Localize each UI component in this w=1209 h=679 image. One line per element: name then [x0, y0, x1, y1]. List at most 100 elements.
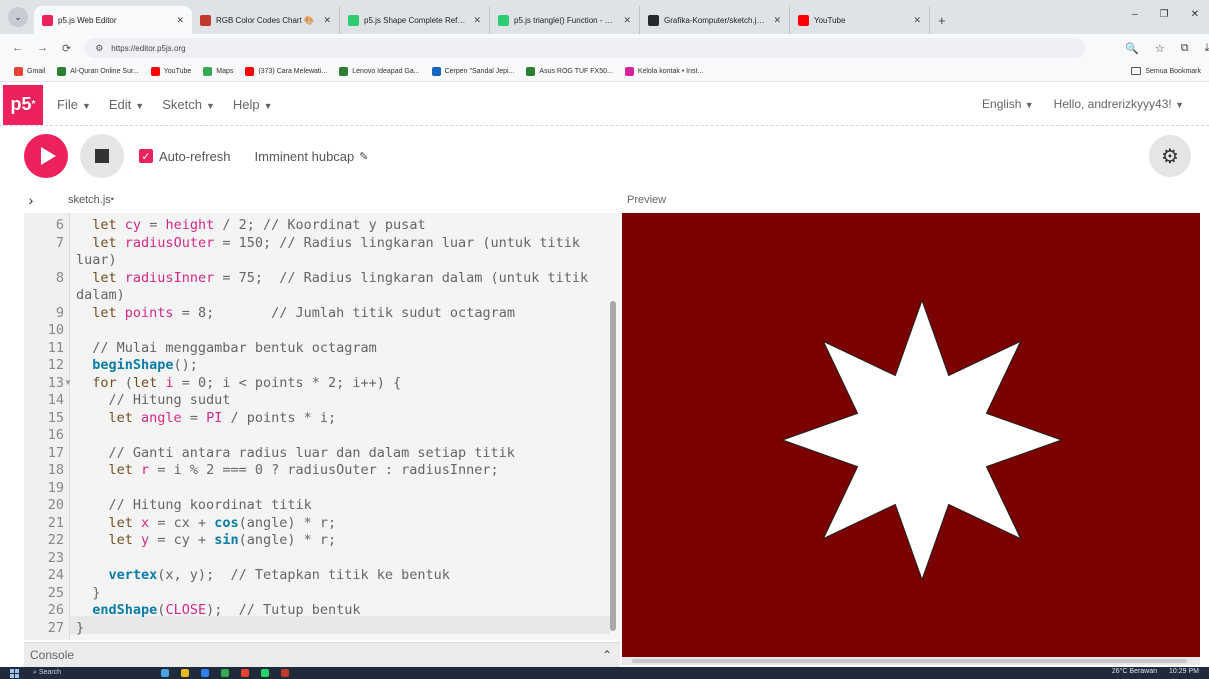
menu-file[interactable]: File ▼ — [57, 97, 91, 112]
tab-search-button[interactable]: ⌄ — [8, 7, 28, 27]
menu-edit-label: Edit — [108, 97, 132, 112]
taskbar-search[interactable]: ⌕ Search — [33, 669, 61, 677]
zoom-icon[interactable]: 🔍 — [1125, 42, 1139, 55]
user-menu[interactable]: Hello, andrerizkyyy43! ▼ — [1054, 97, 1184, 111]
minimize-button[interactable]: – — [1132, 9, 1138, 20]
clock-label[interactable]: 10:29 PM — [1169, 668, 1199, 675]
code-line[interactable]: // Hitung sudut — [76, 392, 611, 409]
taskbar-app-icon[interactable] — [281, 669, 290, 677]
code-line[interactable]: let radiusOuter = 150; // Radius lingkar… — [76, 235, 611, 269]
fold-arrow-icon[interactable]: ▼ — [64, 378, 72, 387]
extensions-icon[interactable]: ⧉ — [1181, 42, 1189, 55]
stop-button[interactable] — [80, 134, 124, 178]
play-button[interactable] — [24, 134, 68, 178]
menu-sketch[interactable]: Sketch ▼ — [162, 97, 215, 112]
preview-canvas[interactable] — [622, 213, 1200, 657]
bookmark-item[interactable]: Gmail — [14, 67, 45, 76]
auto-refresh-checkbox[interactable]: ✓ — [139, 149, 153, 163]
tab-label: p5.js triangle() Function - Geek — [514, 15, 618, 25]
windows-start-icon[interactable] — [10, 668, 19, 678]
bookmark-favicon-icon — [150, 67, 160, 76]
taskbar-app-icon[interactable] — [161, 669, 170, 677]
sidebar-toggle-chevron-icon[interactable]: › — [10, 189, 52, 211]
code-line[interactable]: } — [76, 585, 611, 602]
browser-tab[interactable]: p5.js Web Editor ✕ — [34, 6, 192, 34]
settings-gear-button[interactable]: ⚙ — [1149, 135, 1191, 177]
bookmark-item[interactable]: Cerpen "Sandal Jepi... — [431, 67, 514, 76]
filename-label: sketch.js — [68, 194, 111, 206]
code-line[interactable]: endShape(CLOSE); // Tutup bentuk — [76, 602, 611, 619]
maximize-button[interactable]: ❐ — [1160, 9, 1169, 20]
editor-scrollbar[interactable] — [610, 301, 616, 631]
bookmark-item[interactable]: Al-Quran Online Sur... — [57, 67, 139, 76]
code-line[interactable]: for (let i = 0; i < points * 2; i++) { — [76, 375, 611, 392]
back-icon[interactable]: ← — [12, 42, 23, 54]
code-line[interactable]: vertex(x, y); // Tetapkan titik ke bentu… — [76, 567, 611, 584]
tab-close-icon[interactable]: ✕ — [176, 15, 184, 26]
tab-close-icon[interactable]: ✕ — [323, 15, 331, 26]
bookmark-item[interactable]: YouTube — [150, 67, 191, 76]
pencil-icon[interactable]: ✎ — [359, 150, 368, 163]
tab-favicon-icon — [648, 14, 659, 26]
line-number: 8 — [55, 269, 64, 286]
chevron-up-icon[interactable]: ⌃ — [602, 648, 612, 662]
console-label: Console — [30, 648, 75, 662]
bookmark-item[interactable]: Lenovo Ideapad Ga... — [339, 67, 420, 76]
code-line[interactable]: let angle = PI / points * i; — [76, 410, 611, 427]
bookmark-label: (373) Cara Melewati... — [258, 68, 328, 75]
code-line[interactable]: let x = cx + cos(angle) * r; — [76, 515, 611, 532]
console-bar[interactable]: Console ⌃ — [24, 642, 620, 667]
site-info-icon[interactable]: ⚙ — [95, 43, 103, 54]
code-line[interactable]: // Ganti antara radius luar dan dalam se… — [76, 445, 611, 462]
p5-logo[interactable]: p5 * — [3, 84, 43, 125]
preview-scrollbar[interactable] — [622, 657, 1200, 665]
forward-icon[interactable]: → — [37, 42, 48, 54]
menu-edit[interactable]: Edit ▼ — [109, 97, 144, 112]
browser-tab[interactable]: RGB Color Codes Chart 🎨 ✕ — [192, 6, 340, 34]
code-line[interactable]: let radiusInner = 75; // Radius lingkara… — [76, 270, 611, 304]
bookmark-star-icon[interactable]: ☆ — [1155, 42, 1165, 55]
code-line[interactable]: let cy = height / 2; // Koordinat y pusa… — [76, 217, 611, 234]
taskbar-app-icon[interactable] — [261, 669, 270, 677]
tab-close-icon[interactable]: ✕ — [913, 15, 921, 26]
code-line[interactable]: let points = 8; // Jumlah titik sudut oc… — [76, 305, 611, 322]
bookmark-item[interactable]: (373) Cara Melewati... — [245, 67, 327, 76]
language-select[interactable]: English ▼ — [982, 97, 1034, 111]
taskbar-app-icon[interactable] — [241, 669, 250, 677]
taskbar-app-icon[interactable] — [181, 669, 190, 677]
browser-tab[interactable]: Grafika-Komputer/sketch.js at ✕ — [640, 6, 790, 34]
taskbar-app-icon[interactable] — [221, 669, 230, 677]
preview-scroll-thumb[interactable] — [632, 659, 1187, 663]
reload-icon[interactable]: ⟳ — [62, 42, 71, 55]
code-line[interactable]: beginShape(); — [76, 357, 611, 374]
browser-tab[interactable]: YouTube ✕ — [790, 6, 930, 34]
file-tab[interactable]: sketch.js• — [68, 194, 114, 206]
bookmark-item[interactable]: Kelola kontak • Inst... — [624, 67, 704, 76]
all-bookmarks-button[interactable]: Semua Bookmark — [1131, 67, 1201, 75]
tab-favicon-icon — [200, 14, 211, 26]
browser-tab[interactable]: p5.js Shape Complete Referenc ✕ — [340, 6, 490, 34]
weather-label[interactable]: 26°C Berawan — [1112, 668, 1157, 675]
code-line[interactable]: let y = cy + sin(angle) * r; — [76, 532, 611, 549]
caret-down-icon: ▼ — [1024, 100, 1034, 110]
url-input[interactable]: ⚙ https://editor.p5js.org — [85, 38, 1086, 58]
new-tab-button[interactable]: + — [938, 13, 946, 28]
code-line[interactable]: // Mulai menggambar bentuk octagram — [76, 340, 611, 357]
bookmark-item[interactable]: Asus ROG TUF FX50... — [526, 67, 613, 76]
code-line[interactable]: let r = i % 2 === 0 ? radiusOuter : radi… — [76, 462, 611, 479]
tab-close-icon[interactable]: ✕ — [773, 15, 781, 26]
code-line[interactable]: // Hitung koordinat titik — [76, 497, 611, 514]
bookmark-item[interactable]: Maps — [203, 67, 233, 76]
taskbar-app-icon[interactable] — [201, 669, 210, 677]
code-editor[interactable]: 6 let cy = height / 2; // Koordinat y pu… — [24, 213, 620, 640]
download-icon[interactable]: ⤓ — [1205, 42, 1209, 55]
bookmark-label: Kelola kontak • Inst... — [637, 68, 704, 75]
tab-close-icon[interactable]: ✕ — [473, 15, 481, 26]
caret-down-icon: ▼ — [1175, 100, 1184, 110]
menu-help[interactable]: Help ▼ — [233, 97, 273, 112]
tab-close-icon[interactable]: ✕ — [623, 15, 631, 26]
browser-tab[interactable]: p5.js triangle() Function - Geek ✕ — [490, 6, 640, 34]
sketch-name[interactable]: Imminent hubcap — [255, 149, 355, 164]
close-window-button[interactable]: ✕ — [1191, 9, 1199, 20]
code-line[interactable]: } — [76, 620, 611, 637]
